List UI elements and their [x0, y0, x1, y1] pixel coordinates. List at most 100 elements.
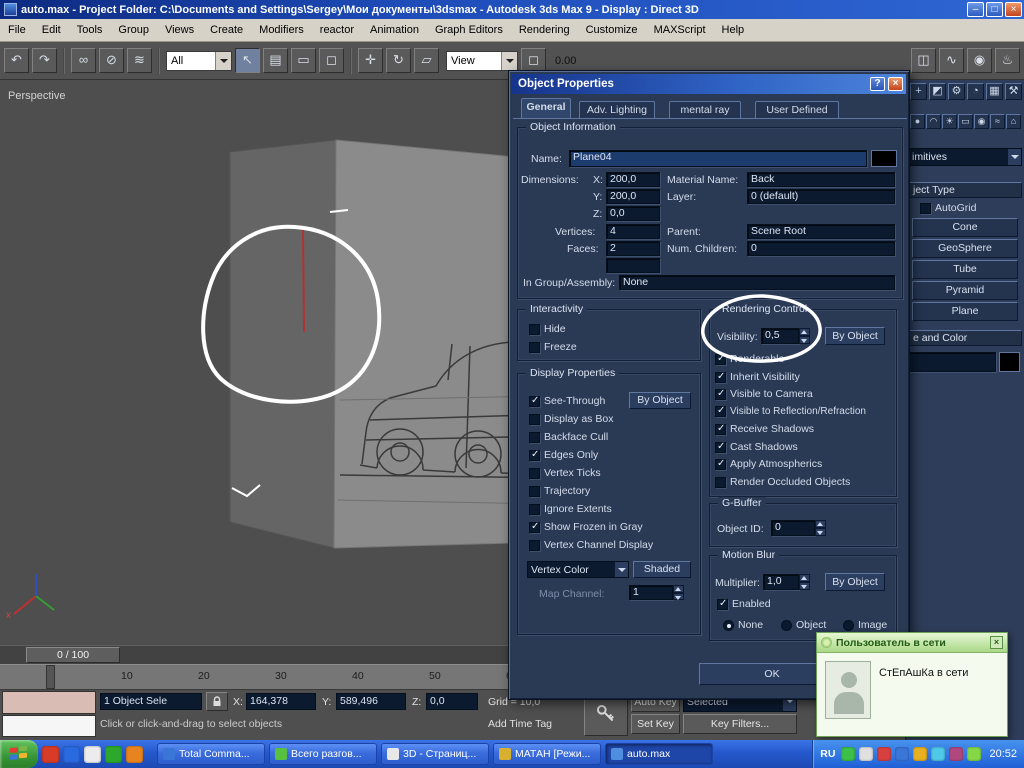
visible-to-reflection-checkbox[interactable]: Visible to Reflection/Refraction — [715, 406, 866, 417]
object-color-swatch[interactable] — [999, 352, 1020, 372]
plane-button[interactable]: Plane — [912, 302, 1018, 321]
receive-shadows-checkbox[interactable]: Receive Shadows — [715, 423, 814, 435]
edges-only-checkbox[interactable]: Edges Only — [529, 449, 598, 461]
rollout-name-and-color[interactable]: e and Color — [908, 330, 1022, 346]
z-coord-field[interactable]: 0,0 — [426, 693, 478, 710]
curve-editor-icon[interactable]: ∿ — [939, 48, 964, 73]
motion-blur-by-object-button[interactable]: By Object — [825, 573, 885, 591]
quick-launch-icon-3[interactable] — [84, 746, 101, 763]
select-and-rotate-icon[interactable]: ↻ — [386, 48, 411, 73]
chevron-down-icon[interactable] — [1007, 149, 1021, 165]
checkbox[interactable] — [529, 342, 540, 353]
menu-item-file[interactable]: File — [0, 22, 34, 38]
freeze-checkbox[interactable]: Freeze — [529, 341, 577, 353]
category-lights-icon[interactable]: ☀ — [942, 114, 957, 129]
chevron-down-icon[interactable] — [215, 52, 231, 70]
checkbox[interactable] — [529, 414, 540, 425]
quick-launch-icon-1[interactable] — [42, 746, 59, 763]
tab-utilities[interactable]: ⚒ — [1005, 83, 1022, 100]
vertex-ticks-checkbox[interactable]: Vertex Ticks — [529, 467, 601, 479]
chevron-down-icon[interactable] — [614, 562, 628, 577]
tab-hierarchy[interactable]: ⚙ — [948, 83, 965, 100]
pyramid-button[interactable]: Pyramid — [912, 281, 1018, 300]
tube-button[interactable]: Tube — [912, 260, 1018, 279]
object-id-field[interactable]: 0 — [771, 520, 815, 536]
visible-to-camera-checkbox[interactable]: Visible to Camera — [715, 388, 813, 400]
checkbox[interactable] — [715, 389, 726, 400]
vertex-color-dropdown[interactable]: Vertex Color — [527, 561, 629, 578]
undo-icon[interactable]: ↶ — [4, 48, 29, 73]
checkbox[interactable] — [715, 477, 726, 488]
quick-launch-icon-2[interactable] — [63, 746, 80, 763]
autogrid-checkbox[interactable]: AutoGrid — [920, 202, 976, 214]
motion-blur-none-radio[interactable]: None — [723, 619, 763, 631]
checkbox[interactable] — [529, 504, 540, 515]
checkbox[interactable] — [715, 442, 726, 453]
map-channel-spinner[interactable] — [673, 585, 684, 600]
tray-icon-updates[interactable] — [913, 747, 927, 761]
cone-button[interactable]: Cone — [912, 218, 1018, 237]
taskbar-task-chats[interactable]: Всего разгов... — [269, 743, 377, 765]
hide-checkbox[interactable]: Hide — [529, 323, 566, 335]
rectangular-selection-region-icon[interactable]: ▭ — [291, 48, 316, 73]
menu-item-tools[interactable]: Tools — [69, 22, 111, 38]
time-slider-handle[interactable]: 0 / 100 — [26, 647, 120, 663]
show-frozen-in-gray-checkbox[interactable]: Show Frozen in Gray — [529, 521, 643, 533]
menu-item-help[interactable]: Help — [714, 22, 753, 38]
visibility-by-object-button[interactable]: By Object — [825, 327, 885, 345]
category-spacewarps-icon[interactable]: ≈ — [990, 114, 1005, 129]
reference-coordinate-dropdown[interactable]: View — [446, 51, 518, 71]
checkbox[interactable] — [529, 450, 540, 461]
tab-create[interactable]: + — [910, 83, 927, 100]
menu-item-customize[interactable]: Customize — [578, 22, 646, 38]
radio[interactable] — [781, 620, 792, 631]
dialog-close-button[interactable]: × — [888, 77, 903, 91]
tray-icon-app[interactable] — [949, 747, 963, 761]
checkbox[interactable] — [715, 372, 726, 383]
checkbox[interactable] — [717, 599, 728, 610]
enabled-checkbox[interactable]: Enabled — [717, 598, 771, 610]
checkbox[interactable] — [715, 459, 726, 470]
tray-icon-antivirus[interactable] — [841, 747, 855, 761]
object-id-spinner[interactable] — [815, 520, 826, 536]
menu-item-animation[interactable]: Animation — [362, 22, 427, 38]
unlink-selection-icon[interactable]: ⊘ — [99, 48, 124, 73]
maximize-button[interactable]: □ — [986, 2, 1003, 17]
menu-item-create[interactable]: Create — [202, 22, 251, 38]
checkbox[interactable] — [715, 406, 726, 417]
apply-atmospherics-checkbox[interactable]: Apply Atmospherics — [715, 458, 822, 470]
backface-cull-checkbox[interactable]: Backface Cull — [529, 431, 608, 443]
add-time-tag[interactable]: Add Time Tag — [488, 718, 552, 730]
tab-modify[interactable]: ◩ — [929, 83, 946, 100]
select-object-icon[interactable]: ↖ — [235, 48, 260, 73]
checkbox[interactable] — [920, 203, 931, 214]
checkbox[interactable] — [529, 486, 540, 497]
quick-launch-icon-4[interactable] — [105, 746, 122, 763]
start-button[interactable] — [0, 740, 38, 768]
trajectory-checkbox[interactable]: Trajectory — [529, 485, 590, 497]
motion-blur-image-radio[interactable]: Image — [843, 619, 887, 631]
visibility-field[interactable]: 0,5 — [761, 328, 799, 344]
tab-adv-lighting[interactable]: Adv. Lighting — [579, 101, 655, 119]
map-channel-field[interactable]: 1 — [629, 585, 673, 600]
category-shapes-icon[interactable]: ◠ — [926, 114, 941, 129]
menu-item-modifiers[interactable]: Modifiers — [251, 22, 312, 38]
tray-icon-volume[interactable] — [859, 747, 873, 761]
ignore-extents-checkbox[interactable]: Ignore Extents — [529, 503, 612, 515]
radio[interactable] — [843, 620, 854, 631]
menu-item-rendering[interactable]: Rendering — [511, 22, 578, 38]
checkbox[interactable] — [715, 354, 726, 365]
tray-icon-network[interactable] — [895, 747, 909, 761]
motion-blur-object-radio[interactable]: Object — [781, 619, 826, 631]
object-color-swatch[interactable] — [871, 150, 897, 167]
checkbox[interactable] — [529, 468, 540, 479]
taskbar-task-automax[interactable]: auto.max — [605, 743, 713, 765]
minimize-button[interactable]: – — [967, 2, 984, 17]
selection-filter-dropdown[interactable]: All — [166, 51, 232, 71]
menu-item-edit[interactable]: Edit — [34, 22, 69, 38]
tray-icon-status[interactable] — [967, 747, 981, 761]
inherit-visibility-checkbox[interactable]: Inherit Visibility — [715, 371, 800, 383]
bind-to-spacewarp-icon[interactable]: ≋ — [127, 48, 152, 73]
notification-close-icon[interactable]: × — [990, 636, 1003, 649]
selection-lock-icon[interactable] — [206, 692, 228, 711]
